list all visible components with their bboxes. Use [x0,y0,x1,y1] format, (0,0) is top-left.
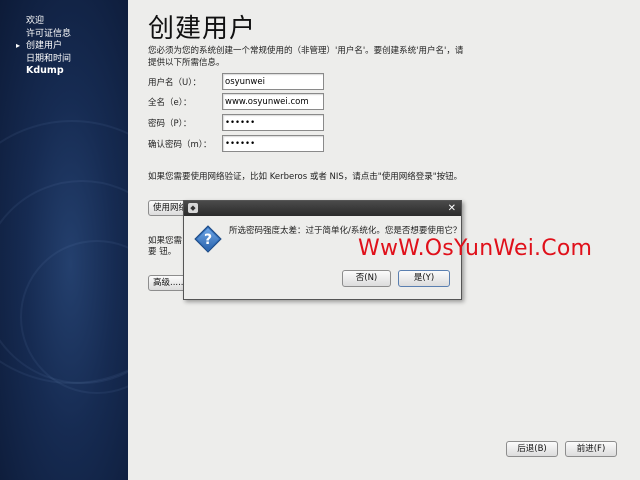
confirm-password-input[interactable] [222,135,324,152]
back-button[interactable]: 后退(B) [506,441,558,457]
password-label: 密码（P）： [148,119,192,129]
app-icon: ◆ [188,203,198,213]
password-input[interactable] [222,114,324,131]
dialog-message: 所选密码强度太差：过于简单化/系统化。您是否想要使用它？ [229,226,462,236]
kerberos-text: 如果您需要 钮。 [148,236,183,257]
username-input[interactable] [222,73,324,90]
forward-button[interactable]: 前进(F) [565,441,617,457]
fullname-label: 全名（e）： [148,98,192,108]
sidebar-item-kdump: Kdump [26,65,64,76]
sidebar-item-license: 许可证信息 [26,28,72,39]
dialog-titlebar: ◆ ✕ [184,201,461,216]
sidebar-item-date-time: 日期和时间 [26,53,72,64]
watermark-text: WwW.OsYunWei.Com [358,236,593,261]
confirm-password-label: 确认密码（m）： [148,140,212,150]
sidebar-item-create-user: ▸ 创建用户 [16,40,71,53]
fullname-input[interactable] [222,93,324,110]
question-icon: ? [194,225,222,253]
current-step-arrow-icon: ▸ [16,41,21,50]
sidebar-item-welcome: 欢迎 [26,16,45,26]
username-label: 用户名（U）： [148,78,201,88]
sidebar: 欢迎 许可证信息 ▸ 创建用户 日期和时间 Kdump [0,0,128,480]
close-icon[interactable]: ✕ [448,201,456,216]
page-title: 创建用户 [148,14,257,44]
sidebar-steps: 欢迎 许可证信息 ▸ 创建用户 日期和时间 Kdump [16,15,72,78]
yes-button[interactable]: 是(Y) [398,270,450,287]
network-auth-text: 如果您需要使用网络验证，比如 Kerberos 或者 NIS，请点击"使用网络登… [148,172,463,182]
sidebar-item-label: 创建用户 [26,41,63,51]
svg-text:?: ? [204,232,212,248]
advanced-button[interactable]: 高级...... [148,275,188,291]
page-description: 您必须为您的系统创建一个常规使用的（非管理）'用户名'。要创建系统'用户名'，请… [148,46,464,68]
no-button[interactable]: 否(N) [342,270,391,287]
